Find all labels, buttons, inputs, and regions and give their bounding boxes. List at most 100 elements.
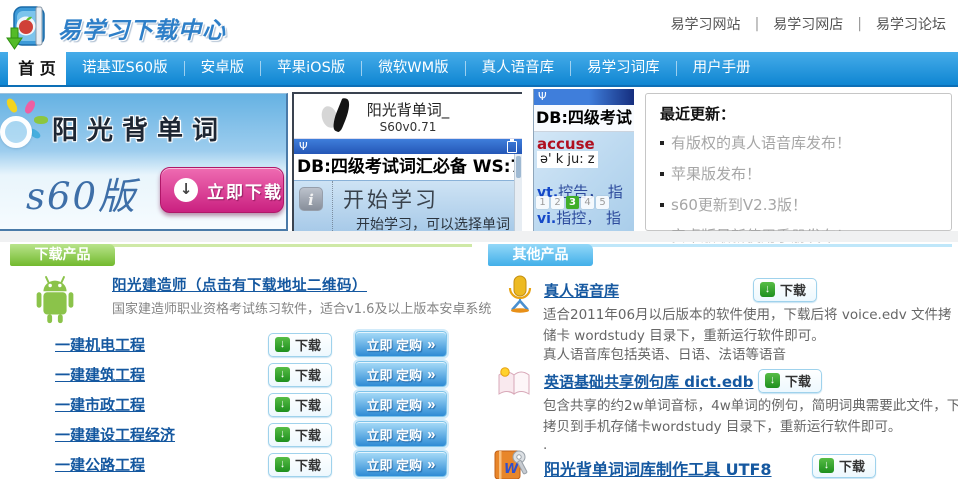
download-button[interactable]: ↓ 下载	[268, 333, 332, 357]
nav-tab-manual[interactable]: 用户手册	[677, 52, 767, 85]
product-row: 一建公路工程 ↓ 下载 立即 定购»	[10, 451, 470, 478]
download-label: 下载	[785, 371, 811, 390]
pagination: 1 2 3 4 5	[536, 196, 609, 209]
site-title: 易学习下载中心	[58, 11, 226, 45]
menu-item-title: 开始学习	[343, 184, 439, 214]
download-label: 下载	[780, 280, 806, 299]
battery-icon	[507, 141, 517, 153]
other-product-title-link[interactable]: 真人语音库	[544, 280, 619, 301]
order-now-button[interactable]: 立即 定购»	[355, 331, 447, 357]
download-arrow-icon: ↓	[765, 373, 780, 388]
nav-tab-ios[interactable]: 苹果iOS版	[261, 52, 361, 85]
sense-text: 指控， 指	[556, 209, 621, 227]
antenna-icon: Ψ	[299, 140, 308, 153]
order-now-button[interactable]: 立即 定购»	[355, 451, 447, 477]
product-title-link[interactable]: 阳光建造师（点击有下载地址二维码）	[112, 274, 367, 295]
bullet-icon	[660, 141, 664, 145]
nav-tab-wm[interactable]: 微软WM版	[362, 52, 464, 85]
main-nav: 首 页 诺基亚S60版 安卓版 苹果iOS版 微软WM版 真人语音库 易学习词库…	[0, 52, 958, 87]
petal-icon	[34, 116, 48, 124]
nav-tab-word-library[interactable]: 易学习词库	[571, 52, 676, 85]
order-now-button[interactable]: 立即 定购»	[355, 421, 447, 447]
order-label: 立即 定购	[367, 335, 423, 354]
other-product-title-link[interactable]: 阳光背单词词库制作工具 UTF8	[544, 456, 772, 479]
recent-updates-box: 最近更新： 有版权的真人语音库发布！ 苹果版发布！ s60更新到V2.3版！ 安…	[645, 93, 952, 231]
petal-icon	[23, 99, 37, 115]
nav-tab-nokia-s60[interactable]: 诺基亚S60版	[66, 52, 184, 85]
sun-logo-icon	[0, 98, 52, 154]
phone-screenshot-dictionary: Ψ DB:四级考试 accuse ə' k ju: z vt.控告， 指 vi.…	[533, 89, 634, 233]
info-icon: i	[299, 187, 323, 211]
order-label: 立即 定购	[367, 455, 423, 474]
download-label: 下载	[295, 335, 321, 354]
download-button[interactable]: ↓ 下载	[753, 278, 817, 302]
product-row: 一建市政工程 ↓下载 立即 定购»	[10, 391, 470, 418]
product-link[interactable]: 一建建设工程经济	[55, 424, 175, 445]
banner-download-label: 立即下载	[207, 178, 283, 203]
update-text: s60更新到V2.3版！	[671, 194, 807, 215]
site-logo[interactable]: 易学习下载中心	[6, 2, 226, 54]
phone-screenshot-s60: 阳光背单词_ S60v0.71 Ψ DB:四级考试词汇必备 WS:7307 i …	[292, 92, 522, 235]
download-label: 下载	[295, 455, 321, 474]
page-number-active: 3	[566, 196, 579, 209]
order-now-button[interactable]: 立即 定购 »	[355, 361, 447, 387]
page-number: 4	[581, 196, 594, 209]
android-robot-icon	[26, 270, 84, 332]
other-product-description: 拷贝到手机存储卡wordstudy 目录下，重新运行软件即可。	[543, 415, 901, 435]
download-label: 下载	[295, 365, 321, 384]
download-arrow-icon: ↓	[275, 457, 290, 472]
download-arrow-icon: ↓	[819, 458, 834, 473]
product-link[interactable]: 一建公路工程	[55, 454, 145, 475]
phone-statusbar: Ψ	[534, 89, 634, 105]
product-link[interactable]: 一建建筑工程	[55, 364, 145, 385]
antenna-icon: Ψ	[538, 90, 547, 103]
download-label: 下载	[839, 456, 865, 475]
downloads-section-tab: 下载产品	[10, 244, 115, 266]
product-link[interactable]: 一建市政工程	[55, 394, 145, 415]
top-link-shop[interactable]: 易学习网店	[773, 14, 843, 34]
scrollbar	[514, 154, 522, 235]
product-row: 一建建筑工程 ↓下载 立即 定购 »	[10, 361, 470, 388]
recent-updates-title: 最近更新：	[660, 103, 951, 124]
nav-tab-android[interactable]: 安卓版	[185, 52, 261, 85]
download-arrow-icon: ↓	[760, 282, 775, 297]
chevron-right-icon: »	[427, 367, 435, 382]
other-product-title-link[interactable]: 英语基础共享例句库 dict.edb	[544, 371, 754, 392]
bullet-icon	[660, 172, 664, 176]
download-button[interactable]: ↓下载	[268, 393, 332, 417]
db-status-line: DB:四级考试	[534, 105, 634, 132]
download-button[interactable]: ↓下载	[268, 363, 332, 387]
other-product-description: 储卡 wordstudy 目录下，重新运行软件即可。	[543, 324, 825, 344]
schoolbag-logo-icon	[6, 2, 52, 54]
phonetic-transcription: ə' k ju: z	[537, 151, 598, 168]
separator: |	[755, 16, 760, 32]
sun-ring-icon	[0, 116, 32, 148]
nav-tab-home[interactable]: 首 页	[8, 52, 66, 85]
download-button[interactable]: ↓下载	[268, 423, 332, 447]
product-row: 一建建设工程经济 ↓下载 立即 定购»	[10, 421, 470, 448]
update-item: s60更新到V2.3版！	[660, 194, 951, 215]
update-text: 苹果版发布！	[671, 163, 761, 184]
product-link[interactable]: 一建机电工程	[55, 334, 145, 355]
top-links: 易学习网站 | 易学习网店 | 易学习论坛	[671, 14, 946, 34]
scrollbar-thumb	[516, 156, 521, 178]
order-label: 立即 定购	[367, 365, 423, 384]
download-arrow-icon: ↓	[275, 337, 290, 352]
other-product-description: .	[543, 437, 547, 453]
page-number: 1	[536, 196, 549, 209]
top-link-forum[interactable]: 易学习论坛	[876, 14, 946, 34]
order-now-button[interactable]: 立即 定购»	[355, 391, 447, 417]
other-product-description: 包含共享的约2w单词音标，4w单词的例句，简明词典需要此文件，下	[543, 394, 958, 414]
download-button[interactable]: ↓ 下载	[268, 453, 332, 477]
promo-banner: 阳光背单词 s60版 ↓ 立即下载	[0, 93, 288, 231]
chevron-right-icon: »	[427, 397, 435, 412]
top-link-website[interactable]: 易学习网站	[671, 14, 741, 34]
nav-tab-voice-library[interactable]: 真人语音库	[466, 52, 571, 85]
download-button[interactable]: ↓ 下载	[758, 369, 822, 393]
banner-download-button[interactable]: ↓ 立即下载	[160, 167, 284, 213]
download-button[interactable]: ↓ 下载	[812, 454, 876, 478]
dotted-divider	[332, 181, 333, 235]
app-logo-icon	[320, 98, 362, 134]
product-row: 一建机电工程 ↓ 下载 立即 定购»	[10, 331, 470, 358]
download-label: 下载	[295, 395, 321, 414]
